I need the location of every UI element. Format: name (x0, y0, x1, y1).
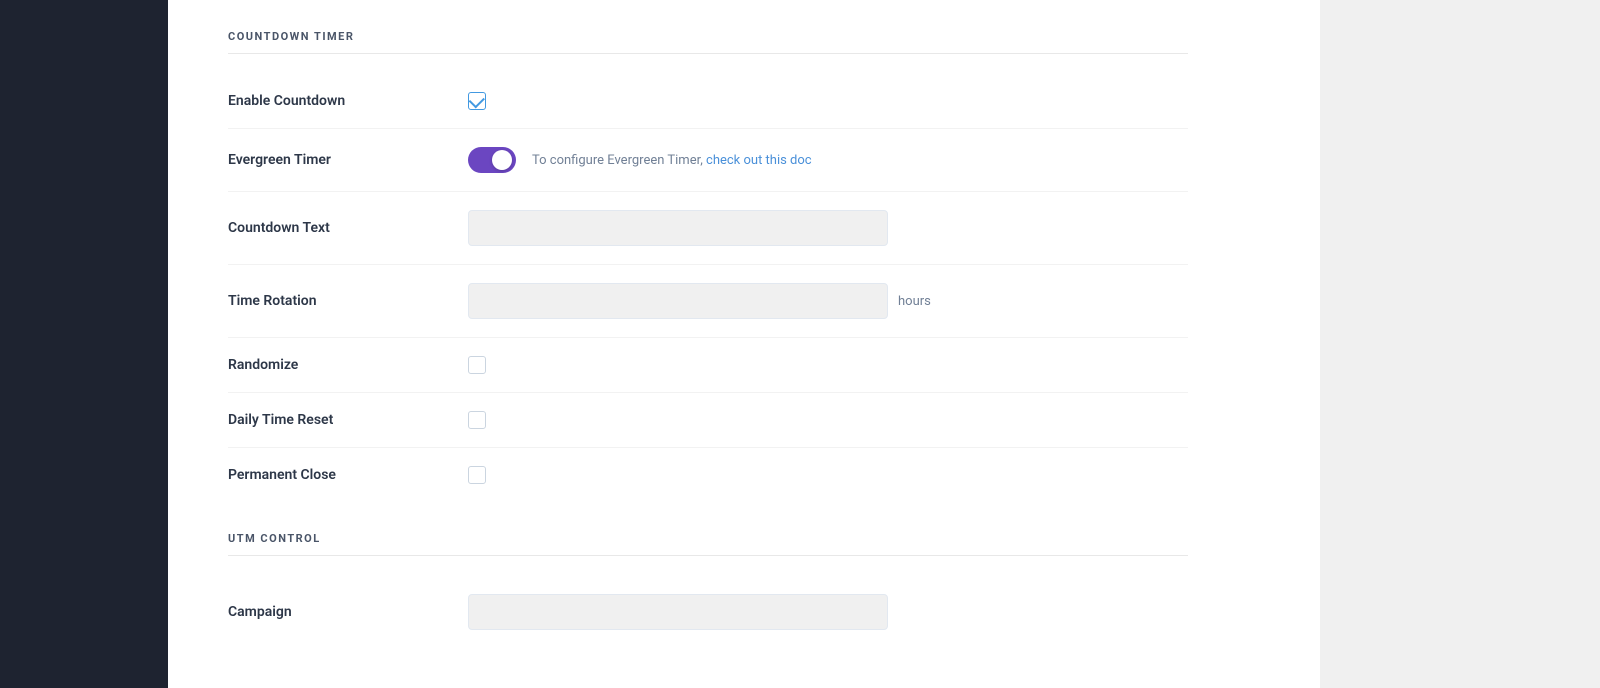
campaign-row: Campaign (228, 576, 1188, 648)
daily-time-reset-row: Daily Time Reset (228, 393, 1188, 448)
time-rotation-suffix: hours (898, 294, 931, 309)
permanent-close-row: Permanent Close (228, 448, 1188, 502)
countdown-text-input[interactable] (468, 210, 888, 246)
enable-countdown-row: Enable Countdown (228, 74, 1188, 129)
daily-time-reset-checkbox[interactable] (468, 411, 486, 429)
time-rotation-input[interactable] (468, 283, 888, 319)
permanent-close-control (468, 466, 1188, 484)
utm-control-title: UTM CONTROL (228, 532, 1188, 556)
evergreen-timer-label: Evergreen Timer (228, 152, 468, 168)
campaign-control (468, 594, 1188, 630)
evergreen-timer-toggle[interactable] (468, 147, 516, 173)
randomize-checkbox[interactable] (468, 356, 486, 374)
campaign-input[interactable] (468, 594, 888, 630)
permanent-close-checkbox[interactable] (468, 466, 486, 484)
evergreen-timer-row: Evergreen Timer To configure Evergreen T… (228, 129, 1188, 192)
time-rotation-row: Time Rotation hours (228, 265, 1188, 338)
evergreen-timer-hint: To configure Evergreen Timer, check out … (532, 153, 812, 168)
randomize-label: Randomize (228, 357, 468, 373)
utm-control-section: UTM CONTROL Campaign (228, 532, 1188, 648)
enable-countdown-control (468, 92, 1188, 110)
campaign-label: Campaign (228, 604, 468, 620)
enable-countdown-checkbox[interactable] (468, 92, 486, 110)
evergreen-timer-link[interactable]: check out this doc (706, 153, 812, 168)
sidebar (0, 0, 168, 688)
enable-countdown-label: Enable Countdown (228, 93, 468, 109)
countdown-timer-title: COUNTDOWN TIMER (228, 30, 1188, 54)
randomize-control (468, 356, 1188, 374)
right-panel (1320, 0, 1600, 688)
time-rotation-control: hours (468, 283, 1188, 319)
daily-time-reset-control (468, 411, 1188, 429)
countdown-text-row: Countdown Text (228, 192, 1188, 265)
countdown-text-label: Countdown Text (228, 220, 468, 236)
daily-time-reset-label: Daily Time Reset (228, 412, 468, 428)
time-rotation-label: Time Rotation (228, 293, 468, 309)
countdown-timer-section: COUNTDOWN TIMER Enable Countdown Evergre… (228, 30, 1188, 502)
randomize-row: Randomize (228, 338, 1188, 393)
permanent-close-label: Permanent Close (228, 467, 468, 483)
main-content: COUNTDOWN TIMER Enable Countdown Evergre… (168, 0, 1320, 688)
countdown-text-control (468, 210, 1188, 246)
evergreen-timer-control: To configure Evergreen Timer, check out … (468, 147, 1188, 173)
time-rotation-input-group: hours (468, 283, 931, 319)
